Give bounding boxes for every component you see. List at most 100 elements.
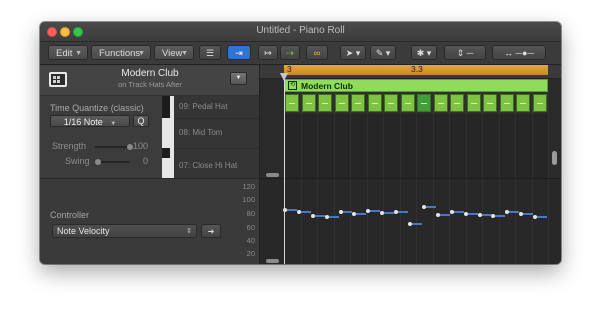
region-bar-title: Modern Club: [301, 81, 353, 91]
midi-note[interactable]: [516, 94, 530, 112]
midi-note[interactable]: [351, 94, 365, 112]
velocity-handle[interactable]: [421, 204, 426, 209]
velocity-handle[interactable]: [310, 213, 315, 218]
swing-slider[interactable]: [98, 161, 130, 163]
strength-slider[interactable]: [95, 146, 130, 148]
midi-note[interactable]: [301, 94, 316, 112]
bar-number: 3: [287, 64, 292, 74]
chevron-down-icon: ▼: [110, 121, 117, 127]
velocity-handle[interactable]: [366, 209, 371, 214]
midi-in-icon[interactable]: ↦: [258, 45, 278, 60]
region-track-subtitle: on Track Hats After: [118, 80, 182, 89]
functions-menu-button[interactable]: Functions ▼: [91, 45, 151, 60]
strength-value: 100: [132, 141, 148, 151]
midi-note[interactable]: [483, 94, 497, 112]
velocity-handle[interactable]: [519, 212, 524, 217]
key-row[interactable]: 08: Mid Tom: [162, 118, 259, 149]
grid-line: [383, 179, 384, 264]
midi-note[interactable]: [450, 94, 464, 112]
bar-number: 3.3: [411, 64, 423, 74]
midi-note[interactable]: [532, 94, 547, 112]
horizontal-scrollbar[interactable]: [266, 259, 279, 263]
grid-line: [482, 179, 483, 264]
midi-note[interactable]: [400, 94, 415, 112]
region-header: Modern Club on Track Hats After ▼: [40, 65, 259, 96]
velocity-handle[interactable]: [491, 213, 496, 218]
velocity-handle[interactable]: [394, 209, 399, 214]
grid-line: [449, 179, 450, 264]
piano-key[interactable]: [162, 118, 174, 149]
midi-note[interactable]: [367, 94, 382, 112]
link-icon[interactable]: ∞: [306, 45, 328, 60]
velocity-scale-label: 40: [246, 236, 255, 245]
region-bar[interactable]: ⟲ Modern Club: [284, 79, 548, 92]
vertical-zoom-slider[interactable]: ⇕ ─: [444, 45, 486, 60]
velocity-handle[interactable]: [533, 215, 538, 220]
edit-menu-button[interactable]: Edit ▼: [48, 45, 88, 60]
pencil-tool-icon[interactable]: ✎ ▾: [370, 45, 396, 60]
grid-line: [548, 179, 549, 264]
key-label: 08: Mid Tom: [179, 128, 223, 137]
piano-roll-editor: 3 3.3 ⟲ Modern Club: [259, 64, 561, 264]
catch-mode-icon[interactable]: ⇥: [227, 45, 251, 60]
playhead-line[interactable]: [284, 78, 285, 264]
grid-line: [432, 179, 434, 264]
midi-note[interactable]: [433, 94, 448, 112]
pointer-tool-icon[interactable]: ➤ ▾: [340, 45, 366, 60]
loop-icon: ⟲: [288, 81, 297, 90]
velocity-scale-label: 60: [246, 223, 255, 232]
list-view-icon[interactable]: ☰: [199, 45, 221, 60]
velocity-handle[interactable]: [324, 215, 329, 220]
grid-line: [300, 179, 302, 264]
midi-note[interactable]: [318, 94, 332, 112]
edit-menu-label: Edit: [56, 48, 73, 59]
velocity-handle[interactable]: [449, 210, 454, 215]
midi-note[interactable]: [499, 94, 514, 112]
key-row[interactable]: 07: Close Hi Hat: [162, 148, 259, 179]
midi-note[interactable]: [334, 94, 349, 112]
settings-gear-icon[interactable]: ✱ ▾: [411, 45, 437, 60]
quantize-value-select[interactable]: 1/16 Note ▼: [50, 115, 130, 127]
chevron-down-icon: ▼: [181, 50, 188, 57]
time-quantize-panel: Time Quantize (classic) 1/16 Note ▼ Q St…: [40, 96, 162, 178]
grid-line: [465, 179, 467, 264]
region-toggle-button[interactable]: ▼: [230, 72, 247, 85]
velocity-lane[interactable]: [260, 178, 561, 264]
key-row[interactable]: 09: Pedal Hat: [162, 96, 259, 119]
controller-arrow-button[interactable]: ➜: [201, 224, 221, 238]
midi-note[interactable]: [417, 94, 431, 112]
velocity-scale-label: 20: [246, 249, 255, 258]
controller-label: Controller: [50, 210, 90, 220]
vertical-scrollbar[interactable]: [552, 151, 557, 165]
drum-machine-icon: [49, 72, 67, 87]
grid-line: [498, 179, 500, 264]
grid-line: [416, 179, 417, 264]
controller-select[interactable]: Note Velocity ⇕: [52, 224, 197, 238]
key-label: 09: Pedal Hat: [179, 102, 228, 111]
velocity-handle[interactable]: [338, 209, 343, 214]
velocity-handle[interactable]: [408, 222, 413, 226]
velocity-handle[interactable]: [435, 213, 440, 218]
note-grid[interactable]: [284, 92, 549, 178]
midi-note[interactable]: [285, 94, 299, 112]
grid-line: [350, 179, 351, 264]
horizontal-zoom-slider[interactable]: ↔ ─●─: [492, 45, 546, 60]
midi-note[interactable]: [384, 94, 398, 112]
chevron-updown-icon: ⇕: [186, 228, 192, 235]
piano-key-black[interactable]: [162, 96, 170, 118]
grid-line: [531, 179, 533, 264]
velocity-handle[interactable]: [505, 210, 510, 215]
swing-slider-knob[interactable]: [95, 159, 101, 165]
velocity-scale-label: 100: [242, 195, 255, 204]
velocity-handle[interactable]: [463, 211, 468, 216]
midi-note[interactable]: [466, 94, 481, 112]
velocity-handle[interactable]: [477, 212, 482, 217]
horizontal-scrollbar[interactable]: [266, 173, 279, 177]
piano-key-black[interactable]: [162, 148, 170, 158]
view-menu-button[interactable]: View ▼: [154, 45, 194, 60]
midi-out-icon[interactable]: ⇢: [280, 45, 300, 60]
quantize-q-button[interactable]: Q: [133, 115, 149, 127]
key-label: 07: Close Hi Hat: [179, 161, 238, 170]
grid-line: [548, 92, 549, 178]
timeline-ruler[interactable]: 3 3.3: [260, 64, 561, 79]
